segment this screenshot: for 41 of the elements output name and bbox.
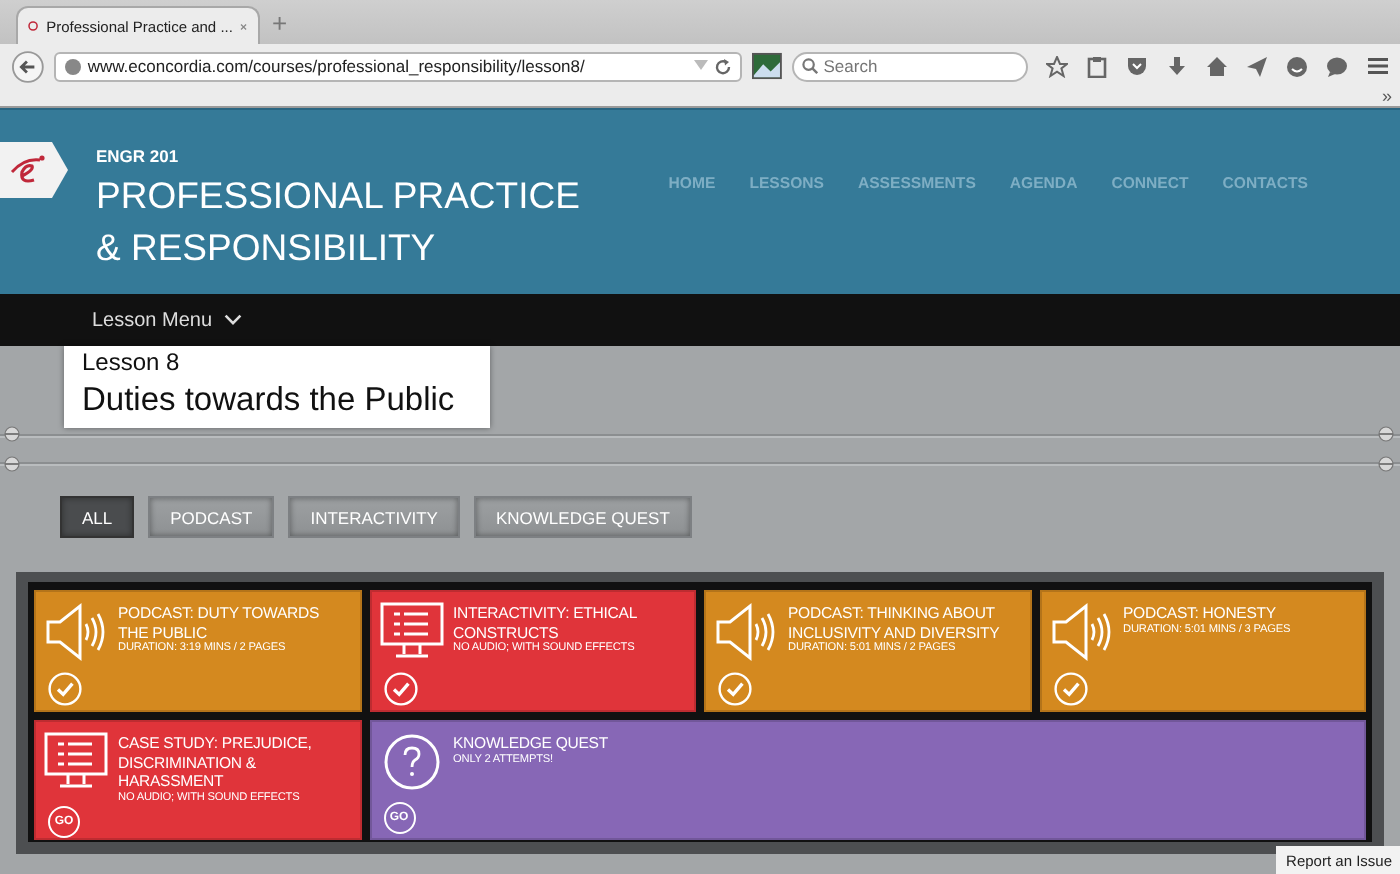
- filter-button[interactable]: ALL: [60, 496, 135, 538]
- filter-button[interactable]: INTERACTIVITY: [288, 496, 460, 538]
- smiley-icon[interactable]: [1285, 55, 1308, 77]
- lesson-menu-button[interactable]: Lesson Menu: [92, 309, 213, 331]
- handle-icon[interactable]: [1378, 426, 1394, 442]
- chevron-down-icon[interactable]: [224, 314, 243, 326]
- search-icon: [801, 58, 818, 74]
- speaker-icon: [44, 602, 108, 662]
- search-field[interactable]: Search: [791, 51, 1028, 81]
- handle-icon[interactable]: [1378, 456, 1394, 472]
- course-code: ENGR 201: [96, 146, 181, 166]
- speaker-icon: [1049, 602, 1113, 662]
- monitor-icon: [379, 602, 443, 662]
- filter-button[interactable]: PODCAST: [148, 496, 275, 538]
- menu-icon[interactable]: [1367, 56, 1388, 76]
- course-title: PROFESSIONAL PRACTICE: [96, 172, 580, 220]
- chat-icon[interactable]: [1325, 55, 1348, 77]
- monitor-icon: [44, 732, 108, 792]
- handle-icon[interactable]: [4, 456, 20, 472]
- address-bar[interactable]: www.econcordia.com/courses/professional_responsibility/lesson8/: [53, 51, 742, 81]
- site-logo-icon: [28, 16, 39, 36]
- new-tab-button[interactable]: +: [272, 7, 288, 37]
- back-button-icon[interactable]: [12, 49, 44, 83]
- close-icon[interactable]: [240, 19, 248, 33]
- send-icon[interactable]: [1245, 55, 1268, 77]
- home-icon[interactable]: [1205, 55, 1228, 77]
- pocket-icon[interactable]: [1125, 55, 1148, 77]
- speaker-icon: [714, 602, 778, 662]
- handle-icon[interactable]: [4, 426, 20, 442]
- picture-icon[interactable]: [751, 52, 782, 80]
- lesson-number: Lesson 8: [82, 348, 182, 378]
- site-logo-icon: [0, 142, 68, 198]
- question-icon: [379, 732, 443, 792]
- clipboard-icon[interactable]: [1085, 55, 1108, 77]
- reload-icon[interactable]: [713, 57, 732, 75]
- filter-button[interactable]: KNOWLEDGE QUEST: [473, 496, 692, 538]
- lesson-title: Duties towards the Public: [82, 380, 457, 422]
- overflow-button[interactable]: »: [1381, 88, 1392, 106]
- star-icon[interactable]: [1045, 55, 1068, 77]
- download-icon[interactable]: [1165, 55, 1188, 77]
- course-title: & RESPONSIBILITY: [96, 224, 438, 272]
